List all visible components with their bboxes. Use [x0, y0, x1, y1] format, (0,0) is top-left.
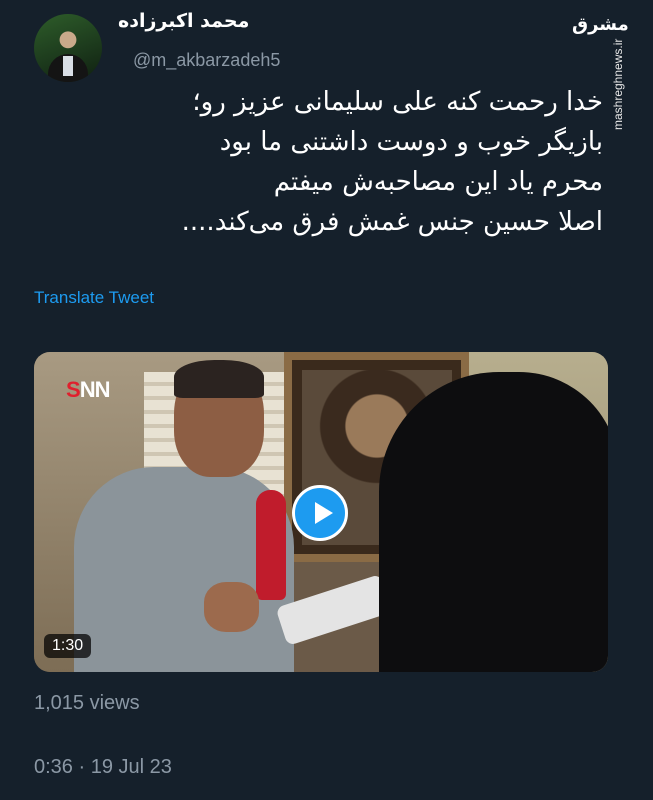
translate-tweet-link[interactable]: Translate Tweet [34, 288, 154, 308]
video-scene-man-hair [174, 360, 264, 398]
video-scene-microphone [256, 490, 286, 600]
video-scene-woman [379, 372, 608, 672]
tweet-line: محرم یاد این مصاحبه‌ش میفتم [273, 167, 603, 197]
view-count: 1,015 views [34, 692, 140, 714]
tweet-timestamp[interactable]: 0:36 · 19 Jul 23 [34, 756, 172, 779]
watermark-logo: مشرق [572, 14, 629, 35]
watermark-site: mashreghnews.ir [611, 38, 625, 130]
video-duration-badge: 1:30 [44, 634, 92, 658]
video-scene-hand [204, 582, 259, 632]
channel-logo-s: S [66, 377, 81, 402]
tweet-line: بازیگر خوب و دوست داشتنی ما بود [219, 127, 603, 157]
play-icon [315, 502, 333, 524]
avatar-shirt [63, 56, 73, 76]
author-handle[interactable]: @m_akbarzadeh5 [133, 50, 280, 71]
play-button[interactable] [292, 485, 348, 541]
tweet-line: اصلا حسین جنس غمش فرق می‌کند.... [181, 207, 603, 237]
video-player[interactable]: SNN 1:30 [34, 352, 608, 672]
tweet-line: خدا رحمت کنه علی سلیمانی عزیز رو؛ [192, 87, 603, 117]
avatar[interactable] [34, 14, 102, 82]
author-display-name[interactable]: محمد اکبرزاده [118, 10, 338, 32]
tweet-text: خدا رحمت کنه علی سلیمانی عزیز رو؛ بازیگر… [43, 82, 603, 242]
channel-logo-nn: NN [79, 377, 111, 402]
channel-logo: SNN [66, 377, 111, 403]
